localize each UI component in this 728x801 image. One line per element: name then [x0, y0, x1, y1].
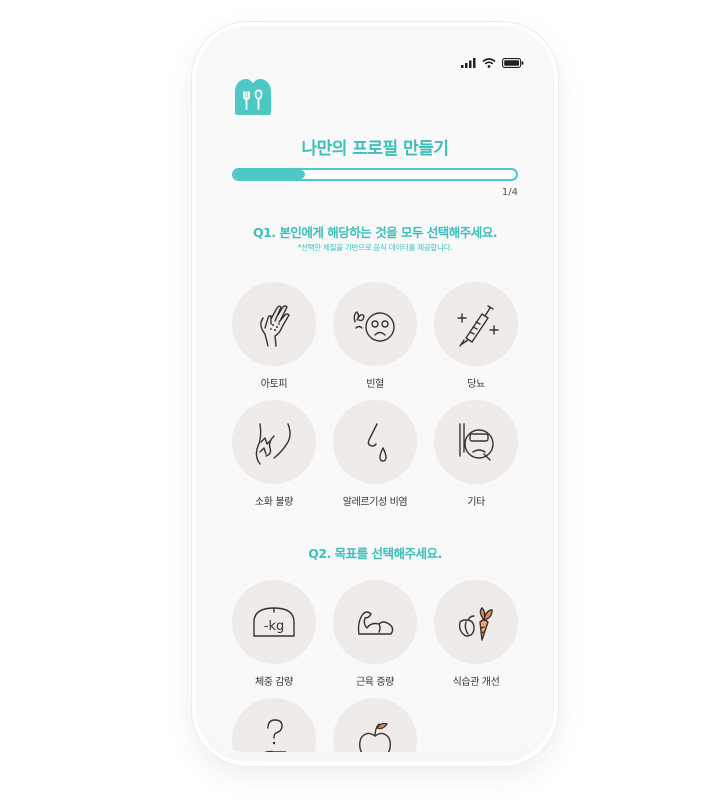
- vegetables-icon: [458, 607, 493, 641]
- step-indicator: 1/4: [501, 187, 518, 198]
- option-anemia[interactable]: 빈혈: [333, 282, 417, 390]
- page-title: 나만의 프로필 만들기: [301, 139, 449, 159]
- option-label: 소화 불량: [255, 497, 293, 508]
- option-label: 빈혈: [366, 379, 384, 390]
- option-etc[interactable]: 기타: [434, 400, 518, 508]
- battery-icon: [502, 58, 524, 68]
- muscle-arm-icon: [357, 611, 394, 635]
- option-label: 체중 감량: [255, 677, 293, 688]
- option-label: 당뇨: [467, 379, 485, 390]
- option-weight-loss[interactable]: -kg 체중 감량: [232, 580, 316, 688]
- option-circle[interactable]: [232, 698, 316, 752]
- stomach-ache-icon: [255, 423, 291, 465]
- option-circle[interactable]: [333, 282, 417, 366]
- option-atopy[interactable]: 아토피: [232, 282, 316, 390]
- scale-kg-text: -kg: [264, 619, 284, 634]
- question-1-title: Q1. 본인에게 해당하는 것을 모두 선택해주세요.: [252, 225, 498, 240]
- option-label: 아토피: [260, 379, 288, 390]
- option-circle[interactable]: [232, 282, 316, 366]
- runny-nose-icon: [367, 423, 387, 462]
- question-hand-icon: [264, 719, 287, 752]
- option-circle[interactable]: [434, 282, 518, 366]
- question-2-title: Q2. 목표를 선택해주세요.: [308, 546, 442, 561]
- option-label: 근육 증량: [356, 677, 394, 688]
- syringe-icon: [457, 305, 499, 347]
- sick-face-icon: [459, 423, 494, 461]
- option-label: 알레르기성 비염: [342, 497, 408, 508]
- progress-fill: [234, 170, 305, 179]
- option-4[interactable]: [232, 698, 316, 752]
- option-circle[interactable]: -kg: [232, 580, 316, 664]
- option-circle[interactable]: [434, 580, 518, 664]
- option-label: 식습관 개선: [452, 677, 500, 688]
- status-bar: [461, 58, 524, 68]
- option-circle[interactable]: [333, 400, 417, 484]
- option-circle[interactable]: [434, 400, 518, 484]
- option-muscle-gain[interactable]: 근육 증량: [333, 580, 417, 688]
- option-indigestion[interactable]: 소화 불량: [232, 400, 316, 508]
- wifi-icon: [482, 58, 496, 68]
- question-1-note: *선택한 체질을 기반으로 음식 데이터를 제공합니다.: [297, 243, 453, 252]
- option-circle[interactable]: [333, 580, 417, 664]
- option-circle[interactable]: [333, 698, 417, 752]
- scale-kg-icon: -kg: [253, 607, 295, 637]
- progress-bar: [232, 168, 518, 181]
- app-logo-icon: [235, 79, 271, 115]
- option-circle[interactable]: [232, 400, 316, 484]
- option-diet-habit[interactable]: 식습관 개선: [434, 580, 518, 688]
- apple-icon: [358, 722, 392, 752]
- option-label: 기타: [467, 497, 485, 508]
- option-diabetes[interactable]: 당뇨: [434, 282, 518, 390]
- signal-icon: [461, 58, 476, 68]
- app-screen: 나만의 프로필 만들기 1/4 Q1. 본인에게 해당하는 것을 모두 선택해주…: [200, 30, 550, 752]
- hand-rash-icon: [260, 305, 290, 347]
- dizzy-face-icon: [353, 311, 395, 342]
- option-rhinitis[interactable]: 알레르기성 비염: [333, 400, 417, 508]
- option-5[interactable]: [333, 698, 417, 752]
